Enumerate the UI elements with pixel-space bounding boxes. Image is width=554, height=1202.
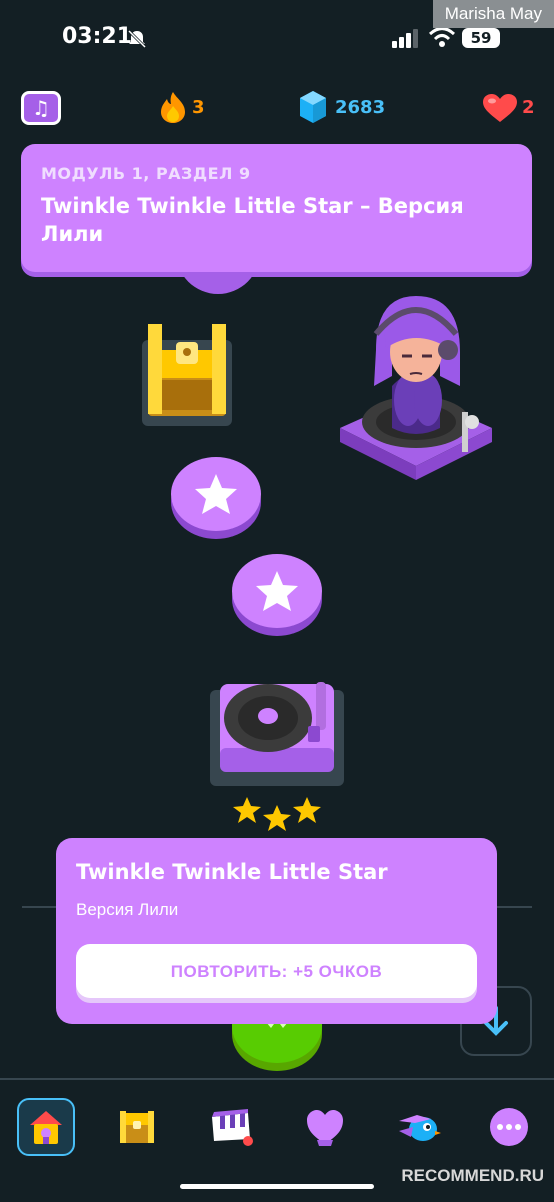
wifi-icon	[428, 27, 456, 47]
nav-music[interactable]	[202, 1098, 260, 1156]
gems-count: 2683	[335, 97, 386, 118]
nav-chest[interactable]	[108, 1098, 166, 1156]
battery-indicator: 59	[462, 28, 500, 48]
lesson-node-star-1[interactable]	[170, 456, 262, 540]
lesson-popup: Twinkle Twinkle Little Star Версия Лили …	[56, 838, 497, 1024]
flame-icon[interactable]	[158, 90, 188, 124]
gem-icon[interactable]	[298, 89, 328, 125]
home-indicator	[180, 1184, 374, 1189]
streak-count: 3	[192, 97, 205, 118]
module-banner[interactable]: МОДУЛЬ 1, РАЗДЕЛ 9 Twinkle Twinkle Littl…	[21, 144, 532, 272]
bell-slash-icon	[127, 29, 147, 49]
home-icon	[30, 1111, 62, 1144]
record-player-node[interactable]	[208, 678, 346, 788]
cellular-signal-icon	[392, 29, 418, 48]
three-stars-rating	[233, 797, 321, 831]
hearts-count: 2	[522, 97, 535, 118]
popup-subtitle: Версия Лили	[76, 900, 179, 919]
music-note-icon: ♫	[32, 96, 50, 120]
lesson-node-star-2[interactable]	[231, 553, 323, 637]
popup-title: Twinkle Twinkle Little Star	[76, 860, 388, 884]
league-shield-icon	[307, 1110, 343, 1146]
chest-icon	[120, 1111, 154, 1143]
nav-leagues[interactable]	[296, 1098, 354, 1156]
heart-icon[interactable]	[482, 93, 518, 123]
bird-icon	[399, 1115, 441, 1141]
music-course-button[interactable]: ♫	[21, 91, 61, 125]
piano-icon	[212, 1109, 253, 1146]
banner-title: Twinkle Twinkle Little Star – Версия Лил…	[41, 194, 464, 246]
nav-more[interactable]	[480, 1098, 538, 1156]
treasure-chest[interactable]	[140, 320, 234, 428]
lesson-node-current[interactable]	[231, 1016, 323, 1076]
practice-button[interactable]: ПОВТОРИТЬ: +5 ОЧКОВ	[76, 944, 477, 998]
status-time: 03:21	[62, 24, 133, 49]
more-icon	[490, 1108, 528, 1146]
lily-character	[340, 296, 492, 480]
watermark-name: Marisha May	[432, 0, 554, 28]
recommend-watermark: RECOMMEND.RU	[401, 1166, 544, 1185]
banner-subtitle: МОДУЛЬ 1, РАЗДЕЛ 9	[41, 164, 251, 183]
nav-home[interactable]	[17, 1098, 75, 1156]
nav-quests[interactable]	[390, 1098, 448, 1156]
